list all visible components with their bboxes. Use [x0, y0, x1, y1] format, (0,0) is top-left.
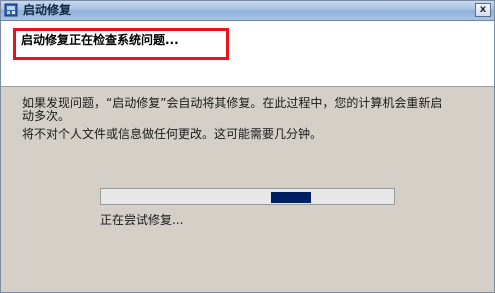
title-bar[interactable]: 启动修复 x — [1, 1, 494, 21]
startup-repair-icon — [4, 3, 18, 17]
info-paragraph-2: 将不对个人文件或信息做任何更改。这可能需要几分钟。 — [22, 127, 323, 141]
status-heading: 启动修复正在检查系统问题... — [21, 33, 179, 47]
header-panel: 启动修复正在检查系统问题... — [1, 21, 494, 87]
startup-repair-window: 启动修复 x 启动修复正在检查系统问题... 如果发现问题，“启动修复”会自动将… — [0, 0, 495, 293]
progress-marquee-block — [271, 192, 311, 203]
progress-bar — [100, 188, 395, 205]
info-paragraph-1: 如果发现问题，“启动修复”会自动将其修复。在此过程中，您的计算机会重新启动多次。 — [22, 96, 443, 123]
close-button[interactable]: x — [475, 3, 491, 17]
window-title: 启动修复 — [23, 3, 72, 17]
progress-status-text: 正在尝试修复... — [100, 213, 184, 227]
